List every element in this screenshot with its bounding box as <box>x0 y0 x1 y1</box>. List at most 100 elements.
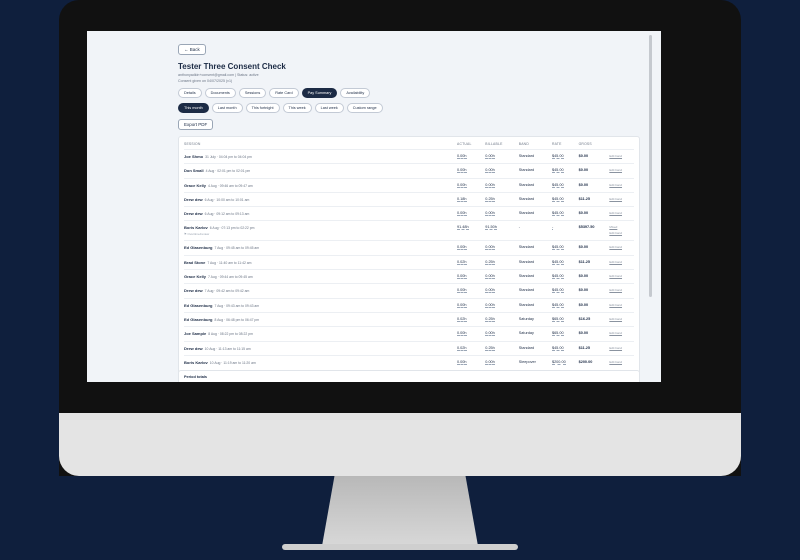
column-header: SESSION <box>184 142 201 146</box>
rate-cell: $45.00 <box>551 148 579 164</box>
billable-cell: 0.00h <box>485 297 519 313</box>
worker-name: Drew dew <box>184 211 203 217</box>
session-cell: Drew dew 6 Aug · 09:12 am to 09:13 am <box>184 206 457 221</box>
actual-cell: 0.00h <box>457 177 486 193</box>
worker-name: Ed Glasenburg <box>184 302 213 308</box>
export-pdf-button[interactable]: Export PDF <box>178 119 214 130</box>
gross-cell: $0.00 <box>578 148 610 164</box>
worker-name: Don Small <box>184 168 204 174</box>
tab-sessions[interactable]: Sessions <box>238 88 267 98</box>
tab-details[interactable]: Details <box>178 88 202 98</box>
session-cell: Grace Kelly 4 Aug · 09:46 am to 09:47 am <box>184 177 457 193</box>
action-cell: Edit band <box>609 311 634 327</box>
rate-value: $200.00 <box>551 359 566 365</box>
tab-availability[interactable]: Availability <box>340 88 371 98</box>
tab-rate-card[interactable]: Rate Card <box>269 88 299 98</box>
pay-summary-table: SESSION ACTUAL BILLABLE BAND RATE GROSS Joe S… <box>184 140 634 370</box>
table-row: Ed Glasenburg 7 Aug · 09:45 am to 09:45 a… <box>184 240 634 256</box>
rate-value: $65.00 <box>551 331 564 337</box>
edit-band-link[interactable]: Edit band <box>609 274 634 278</box>
range-this-week[interactable]: This week <box>282 103 312 113</box>
billable-hours: 0.00h <box>485 359 495 365</box>
action-stack: Edit band <box>609 288 634 292</box>
range-last-month[interactable]: Last month <box>211 103 243 113</box>
edit-band-link[interactable]: Edit band <box>609 346 634 350</box>
session-cell: Drew dew 10 Aug · 11:13 am to 11:15 am <box>184 340 457 356</box>
billable-cell: 0.00h <box>485 206 519 221</box>
table-row: Don Small 4 Aug · 02:01 pm to 02:01 pm 0.0… <box>184 163 634 179</box>
edit-band-link[interactable]: Edit band <box>609 168 634 172</box>
worker-name: Joe Sample <box>184 331 207 337</box>
tab-documents[interactable]: Documents <box>204 88 236 98</box>
rate-value: $45.00 <box>551 211 564 217</box>
range-this-fortnight[interactable]: This fortnight <box>245 103 280 113</box>
edit-band-link[interactable]: Edit band <box>609 260 634 264</box>
billable-hours: 91.50h <box>485 225 497 231</box>
action-stack: Edit band <box>609 168 634 172</box>
action-stack: Edit band <box>609 317 634 321</box>
column-header: BILLABLE <box>485 142 503 146</box>
session-cell: Ed Glasenburg 8 Aug · 06:48 pm to 06:47 p… <box>184 311 457 327</box>
action-cell: Edit band <box>609 206 634 221</box>
range-custom-range[interactable]: Custom range <box>346 103 383 113</box>
rate-cell: $45.00 <box>551 191 579 207</box>
mixed-link[interactable]: Mixed <box>609 225 634 229</box>
table-row: Grace Kelly 7 Aug · 09:44 am to 09:45 am 0… <box>184 269 634 284</box>
main-content: ← Back Tester Three Consent Check anthon… <box>178 38 640 374</box>
edit-band-link[interactable]: Edit band <box>609 183 634 187</box>
billable-hours: 0.00h <box>485 288 495 294</box>
billable-hours: 0.00h <box>485 274 495 280</box>
worker-name: Grace Kelly <box>184 274 207 280</box>
edit-band-link[interactable]: Edit band <box>609 303 634 307</box>
actual-cell: 0.00h <box>457 163 486 179</box>
edit-band-link[interactable]: Edit band <box>609 197 634 201</box>
session-cell: Boris Karlov 6 Aug · 07:13 pm to 02:22 pm… <box>184 220 457 241</box>
billable-cell: 0.00h <box>485 283 519 299</box>
action-stack: Edit band <box>609 211 634 215</box>
edit-band-link[interactable]: Edit band <box>609 211 634 215</box>
tab-pay-summary[interactable]: Pay Summary <box>301 88 338 98</box>
billable-cell: 0.00h <box>485 163 519 179</box>
band-cell: Standard <box>518 148 552 164</box>
edit-band-link[interactable]: Edit band <box>609 331 634 335</box>
actual-cell: 91.48h <box>457 220 486 241</box>
edit-band-link[interactable]: Edit band <box>609 231 634 235</box>
billable-cell: 91.50h <box>485 220 519 241</box>
band-cell: Standard <box>518 340 552 356</box>
gross-cell: $0.00 <box>578 283 610 299</box>
table-row: Joe Shmo 31 July · 04:04 pm to 04:04 pm 0.… <box>184 148 634 164</box>
rate-value: $45.00 <box>551 245 564 251</box>
session-time: 6 Aug · 09:12 am to 09:13 am <box>204 212 250 217</box>
edit-band-link[interactable]: Edit band <box>609 288 634 292</box>
actual-cell: 0.02h <box>457 254 486 270</box>
session-cell: Don Small 4 Aug · 02:01 pm to 02:01 pm <box>184 163 457 179</box>
back-button[interactable]: ← Back <box>178 44 206 55</box>
worker-name: Ed Glasenburg <box>184 316 213 322</box>
rate-cell: $45.00 <box>551 177 579 193</box>
rate-value: $45.00 <box>551 274 564 280</box>
billable-hours: 0.00h <box>485 331 495 337</box>
billable-cell: 0.00h <box>485 326 519 342</box>
worker-name: Boris Karlov <box>184 225 208 231</box>
edit-band-link[interactable]: Edit band <box>609 317 634 321</box>
actual-hours: 0.00h <box>457 288 467 294</box>
range-this-month[interactable]: This month <box>178 103 209 113</box>
column-header: ACTUAL <box>457 142 472 146</box>
billable-cell: 0.00h <box>485 354 519 370</box>
gross-cell: $0.00 <box>578 163 610 179</box>
edit-band-link[interactable]: Edit band <box>609 360 634 364</box>
app-screen: ← Back Tester Three Consent Check anthon… <box>87 31 661 382</box>
billable-hours: 0.00h <box>485 211 495 217</box>
edit-band-link[interactable]: Edit band <box>609 245 634 249</box>
range-last-week[interactable]: Last week <box>314 103 344 113</box>
edit-band-link[interactable]: Edit band <box>609 154 634 158</box>
table-row: Drew dew 6 Aug · 10:00 am to 10:01 am 0.18… <box>184 191 634 207</box>
scrollbar[interactable] <box>649 35 652 297</box>
session-time: 4 Aug · 02:01 pm to 02:01 pm <box>205 169 251 174</box>
action-stack: Edit band <box>609 274 634 278</box>
rate-cell: $45.00 <box>551 240 579 256</box>
billable-hours: 0.25h <box>485 345 495 351</box>
session-time: 7 Aug · 09:45 am to 09:45 am <box>214 246 260 251</box>
session-cell: Grace Kelly 7 Aug · 09:44 am to 09:45 am <box>184 269 457 284</box>
table-row: Boris Karlov 10 Aug · 11:19 am to 11:20 a… <box>184 354 634 370</box>
